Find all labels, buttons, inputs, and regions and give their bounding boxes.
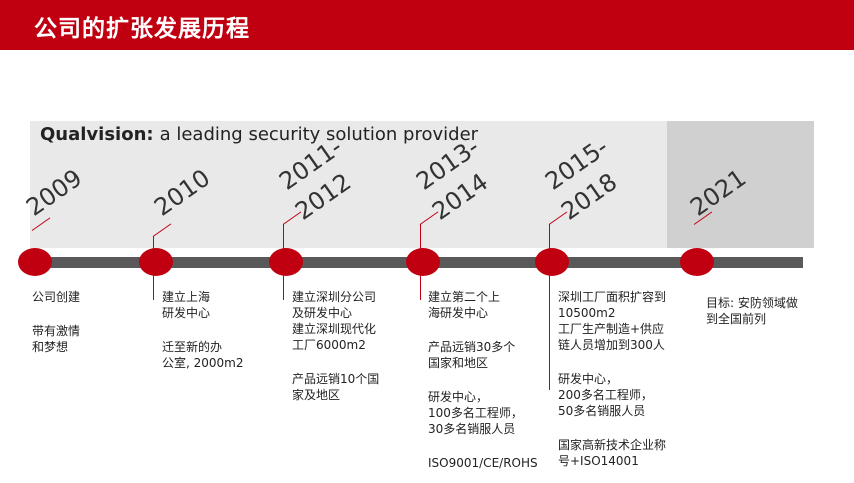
milestone-description: 建立第二个上 海研发中心产品远销30多个 国家和地区研发中心， 100多名工程师， 30…: [428, 289, 538, 471]
description-line: 建立第二个上: [428, 290, 501, 304]
description-line: 研发中心，: [558, 372, 619, 386]
milestone-node: [680, 248, 714, 276]
description-line: 建立深圳分公司: [292, 290, 377, 304]
description-line: 100多名工程师，: [428, 406, 523, 420]
description-line: 链人员增加到300人: [558, 338, 665, 352]
description-line: 工厂6000m2: [292, 338, 366, 352]
description-line: 30多名销服人员: [428, 422, 516, 436]
description-line: 200多名工程师，: [558, 388, 653, 402]
milestone-description: 目标: 安防领域做 到全国前列: [706, 295, 798, 327]
milestone-node: [18, 248, 52, 276]
description-line: ISO9001/CE/ROHS: [428, 456, 538, 470]
description-line: 产品远销30多个: [428, 340, 516, 354]
tagline-brand: Qualvision:: [40, 124, 154, 145]
description-line: 海研发中心: [428, 306, 489, 320]
description-line: 深圳工厂面积扩容到: [558, 290, 667, 304]
description-line: 研发中心: [162, 306, 211, 320]
milestone-description: 公司创建带有激情和梦想: [32, 289, 80, 355]
description-line: 建立上海: [162, 290, 211, 304]
description-line: 国家高新技术企业称: [558, 438, 667, 452]
description-line: 迁至新的办: [162, 340, 223, 354]
description-line: 公室, 2000m2: [162, 356, 244, 370]
milestone-description: 深圳工厂面积扩容到 10500m2 工厂生产制造+供应 链人员增加到300人 研发中心…: [558, 289, 666, 469]
description-line: 号+ISO14001: [558, 454, 639, 468]
description-line: 家及地区: [292, 388, 341, 402]
description-line: 及研发中心: [292, 306, 353, 320]
tagline: Qualvision: a leading security solution p…: [40, 124, 478, 145]
description-line: 带有激情: [32, 324, 81, 338]
milestone-node: [139, 248, 173, 276]
description-line: 目标: 安防领域做: [706, 296, 798, 310]
description-line: 国家和地区: [428, 356, 489, 370]
description-line: 研发中心，: [428, 390, 489, 404]
header-bar: 公司的扩张发展历程: [0, 0, 854, 50]
description-line: 建立深圳现代化: [292, 322, 377, 336]
description-line: 50多名销服人员: [558, 404, 646, 418]
description-line: 产品远销10个国: [292, 372, 380, 386]
milestone-node: [406, 248, 440, 276]
description-line: 和梦想: [32, 340, 69, 354]
milestone-description: 建立上海研发中心迁至新的办公室, 2000m2: [162, 289, 244, 371]
description-line: 公司创建: [32, 290, 81, 304]
page-title: 公司的扩张发展历程: [34, 16, 250, 42]
milestone-node: [269, 248, 303, 276]
description-line: 10500m2: [558, 306, 616, 320]
description-line: 到全国前列: [706, 312, 767, 326]
description-line: 工厂生产制造+供应: [558, 322, 665, 336]
milestone-node: [535, 248, 569, 276]
milestone-description: 建立深圳分公司 及研发中心建立深圳现代化 工厂6000m2 产品远销10个国 家及地区: [292, 289, 379, 403]
